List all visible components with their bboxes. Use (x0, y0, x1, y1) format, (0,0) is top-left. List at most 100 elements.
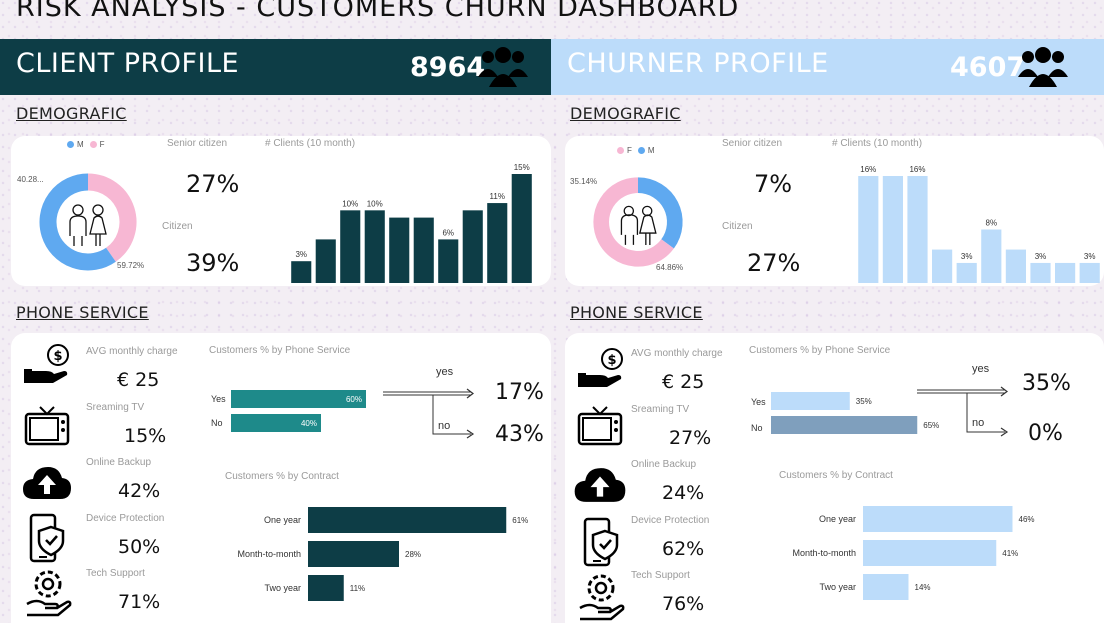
hist-bar (487, 203, 508, 283)
hist-bar-label: 3% (295, 250, 307, 259)
churner-tv-label: Sreaming TV (631, 404, 690, 415)
churner-senior-label: Senior citizen (722, 138, 783, 149)
contract-bar (863, 574, 909, 600)
churner-support-label: Tech Support (631, 570, 690, 581)
hist-bar-label: 16% (909, 165, 925, 174)
client-gender-donut (39, 173, 137, 271)
client-hist-chart: 3% 10% 10% 6% 11% 15% (291, 163, 532, 283)
churner-phone-heading: PHONE SERVICE (570, 303, 703, 322)
hist-bar (981, 229, 1002, 283)
hist-bar (932, 249, 953, 283)
churner-no-result: 0% (1028, 421, 1063, 446)
money-hand-icon: $ (578, 348, 623, 387)
contract-bar (863, 540, 997, 566)
churner-gender-legend: F M (617, 146, 655, 155)
client-count: 8964 (410, 52, 486, 83)
contract-bar-label: 11% (350, 584, 365, 593)
hist-bar (315, 239, 336, 283)
hist-bar (1079, 262, 1100, 283)
churner-demografic-heading: DEMOGRAFIC (570, 104, 681, 123)
hist-bar (858, 176, 879, 283)
contract-category-label: One year (264, 515, 301, 525)
churner-arrow-no: no (972, 417, 985, 429)
churner-count: 4607 (950, 52, 1026, 83)
client-avg-label: AVG monthly charge (86, 346, 178, 357)
contract-bar-label: 28% (405, 550, 421, 559)
client-citizen-value: 39% (186, 249, 240, 277)
hist-bar-label: 11% (490, 192, 505, 201)
client-avg-value: € 25 (117, 369, 160, 391)
phone-shield-icon (583, 517, 619, 567)
tv-icon (577, 406, 623, 446)
legend-label: F (627, 146, 632, 155)
churner-arrow-yes: yes (972, 363, 990, 375)
churner-yes-result: 35% (1022, 371, 1071, 396)
legend-dot-male (637, 147, 645, 154)
client-yes-result: 17% (495, 380, 544, 405)
hist-bar (1030, 262, 1051, 283)
churner-phone-chart-title: Customers % by Phone Service (749, 345, 891, 356)
client-contract-title: Customers % by Contract (225, 471, 339, 482)
contract-bar-label: 46% (1019, 515, 1035, 524)
hist-bar-label: 3% (961, 252, 973, 261)
churner-donut-label-m: 35.14% (570, 177, 598, 186)
phone-bar (771, 392, 850, 410)
legend-label: M (77, 140, 84, 149)
tech-support-icon (26, 570, 72, 617)
churner-donut-label-f: 64.86% (656, 263, 684, 272)
contract-category-label: Two year (264, 583, 301, 593)
client-donut-label-m: 59.72% (117, 261, 145, 270)
churner-citizen-value: 27% (747, 249, 801, 277)
hist-bar (413, 217, 434, 283)
churner-backup-label: Online Backup (631, 459, 697, 470)
hist-bar (364, 210, 385, 283)
churner-tv-value: 27% (669, 427, 712, 449)
client-citizen-label: Citizen (162, 221, 193, 232)
page-title: RISK ANALYSIS - CUSTOMERS CHURN DASHBOAR… (16, 0, 740, 23)
hist-bar-label: 6% (442, 228, 454, 237)
churner-hist-title: # Clients (10 month) (832, 138, 923, 149)
churner-profile-banner: CHURNER PROFILE 4607 (551, 39, 1104, 95)
client-arrow-yes: yes (436, 366, 454, 378)
client-support-label: Tech Support (86, 568, 145, 579)
cloud-upload-icon (23, 467, 71, 499)
churner-avg-label: AVG monthly charge (631, 348, 723, 359)
client-tv-label: Sreaming TV (86, 402, 145, 413)
churner-flow-arrows (917, 386, 1009, 437)
client-no-result: 43% (495, 422, 544, 447)
legend-dot-male (67, 141, 74, 148)
churner-yes-label: Yes (751, 397, 766, 407)
phone-bar-label: 40% (301, 419, 317, 428)
client-profile-title: CLIENT PROFILE (16, 48, 240, 79)
client-protect-value: 50% (118, 536, 161, 558)
client-yes-label: Yes (211, 394, 226, 404)
contract-category-label: Month-to-month (792, 548, 856, 558)
people-icon (620, 205, 657, 246)
legend-label: M (647, 146, 655, 155)
hist-bar (340, 210, 361, 283)
phone-shield-icon (29, 513, 65, 563)
contract-bar (308, 575, 344, 601)
hist-bar (511, 174, 532, 283)
client-senior-label: Senior citizen (167, 138, 228, 149)
churner-support-value: 76% (662, 593, 705, 615)
phone-bar-label: 35% (856, 397, 872, 406)
hist-bar (956, 262, 977, 283)
client-support-value: 71% (118, 591, 161, 613)
churner-protect-label: Device Protection (631, 515, 710, 526)
churner-hist-chart: 16% 16% 3% 8% 3% 3% (858, 165, 1100, 283)
people-icon (69, 204, 107, 246)
hist-bar (1055, 262, 1076, 283)
hist-bar (291, 261, 312, 283)
churner-no-label: No (751, 423, 763, 433)
churner-senior-value: 7% (754, 170, 793, 198)
contract-bar-label: 41% (1002, 549, 1018, 558)
client-phone-chart: 60% 40% (231, 390, 366, 432)
tech-support-icon (579, 574, 625, 621)
svg-text:$: $ (607, 353, 616, 368)
client-protect-label: Device Protection (86, 513, 165, 524)
hist-bar-label: 3% (1084, 252, 1096, 261)
hist-bar-label: 15% (514, 163, 530, 172)
client-arrow-no: no (438, 420, 451, 432)
client-backup-label: Online Backup (86, 457, 152, 468)
